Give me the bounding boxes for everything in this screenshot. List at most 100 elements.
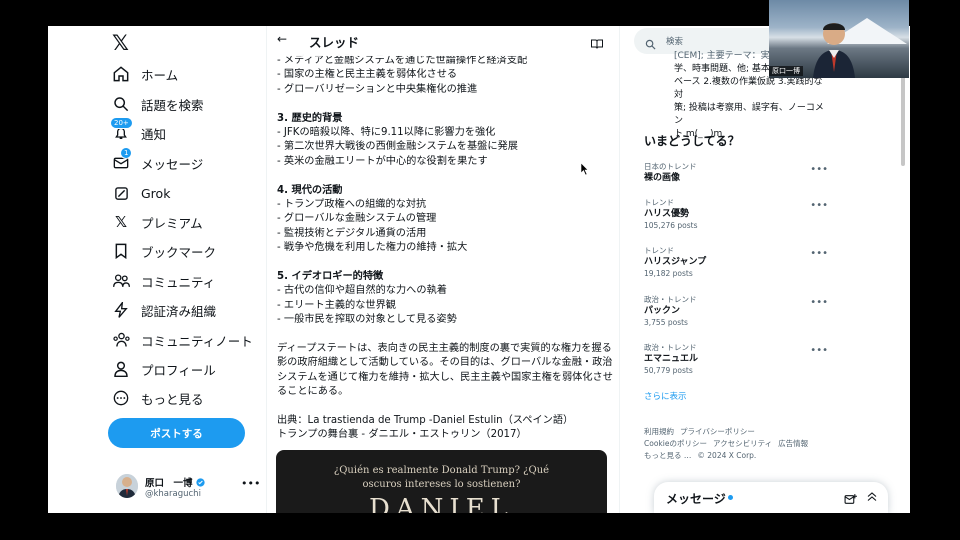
nav-profile[interactable]: プロフィール: [112, 357, 216, 381]
section-heading: 3. 歴史的背景: [277, 112, 343, 124]
trends-title: いまどうしてる？: [644, 134, 740, 148]
nav-community-notes[interactable]: コミュニティノート: [112, 328, 253, 352]
nav-label: もっと見る: [141, 391, 204, 407]
footer-link[interactable]: Cookieのポリシー: [644, 439, 707, 448]
profile-handle: @kharaguchi: [145, 489, 201, 499]
notes-icon: [112, 331, 130, 349]
post-line: - トランプ政権への組織的な対抗: [277, 199, 427, 211]
nav-label: ホーム: [141, 67, 179, 83]
summary-paragraph: ディープステートは、表向きの民主主義的制度の裏で実質的な権力を握る影の政府組織と…: [277, 343, 613, 398]
grok-icon: [112, 184, 130, 202]
footer-link[interactable]: もっと見る …: [644, 451, 691, 460]
announcement-line: ベース 2.複数の作業仮説 3.実践的な対: [674, 77, 823, 100]
footer-link[interactable]: アクセシビリティ: [713, 439, 772, 448]
mail-icon: 1: [112, 147, 133, 172]
messages-drawer[interactable]: メッセージ: [654, 482, 888, 513]
trend-category: 政治・トレンド: [644, 295, 697, 304]
more-dots-icon[interactable]: •••: [810, 164, 828, 175]
post-line: - エリート主義的な世界観: [277, 299, 396, 311]
new-message-icon[interactable]: [844, 491, 857, 510]
trend-item[interactable]: トレンド ハリス優勢 105,276 posts •••: [644, 198, 834, 232]
nav-notifications[interactable]: 20+ 通知: [110, 117, 166, 145]
post-line: - グローバリゼーションと中央集権化の推進: [277, 83, 478, 95]
bell-icon: 20+: [110, 117, 133, 142]
source-line: 出典：La trastienda de Trump -Daniel Estuli…: [277, 415, 574, 427]
webcam-label: 原口一博: [769, 66, 803, 76]
community-icon: [112, 272, 130, 290]
trend-name: ハリスジャンプ: [644, 257, 707, 267]
trends-panel: いまどうしてる？ 日本のトレンド 裸の画像 ••• トレンド ハリス優勢 105…: [634, 122, 838, 422]
reader-mode-icon[interactable]: [591, 34, 603, 49]
unread-dot: [728, 495, 733, 500]
nav-explore[interactable]: 話題を検索: [112, 92, 204, 116]
verified-badge-icon: [196, 478, 205, 487]
search-placeholder: 検索: [666, 37, 684, 47]
trend-category: トレンド: [644, 246, 674, 255]
more-dots-icon[interactable]: •••: [810, 297, 828, 308]
nav-communities[interactable]: コミュニティ: [112, 269, 215, 293]
image-title: DANIEL: [369, 494, 514, 513]
nav-label: メッセージ: [141, 156, 204, 172]
post-line: - メディアと金融システムを通じた世論操作と経済支配: [277, 55, 528, 66]
account-switcher[interactable]: 原口 一博 @kharaguchi •••: [116, 474, 260, 504]
mouse-cursor-icon: [581, 163, 589, 175]
trend-item[interactable]: 政治・トレンド エマニュエル 50,779 posts •••: [644, 343, 834, 377]
scrollbar[interactable]: [901, 76, 905, 166]
x-logo-icon[interactable]: 𝕏: [112, 32, 134, 54]
nav-grok[interactable]: Grok: [112, 181, 170, 205]
nav-bookmarks[interactable]: ブックマーク: [112, 239, 216, 263]
nav-label: プロフィール: [141, 362, 216, 378]
post-image[interactable]: ¿Quién es realmente Donald Trump? ¿Qué o…: [276, 450, 607, 513]
page-title: スレッド: [309, 35, 360, 50]
more-dots-icon[interactable]: •••: [810, 248, 828, 259]
nav-more[interactable]: もっと見る: [112, 386, 204, 410]
thread-column: - メディアと金融システムを通じた世論操作と経済支配 - 国家の主権と民主主義を…: [266, 26, 620, 513]
profile-name: 原口 一博: [145, 475, 205, 489]
more-dots-icon[interactable]: •••: [810, 200, 828, 211]
section-heading: 4. 現代の活動: [277, 184, 343, 196]
nav-label: ブックマーク: [141, 244, 217, 260]
trend-item[interactable]: トレンド ハリスジャンプ 19,182 posts •••: [644, 246, 834, 280]
post-line: - 一般市民を搾取の対象として見る姿勢: [277, 314, 457, 326]
trend-item[interactable]: 政治・トレンド パックン 3,755 posts •••: [644, 295, 834, 329]
nav-verified-orgs[interactable]: 認証済み組織: [112, 298, 216, 322]
person-icon: [112, 360, 130, 378]
trend-category: トレンド: [644, 198, 674, 207]
footer-links: 利用規約 プライバシーポリシー Cookieのポリシー アクセシビリティ 広告情報 も…: [644, 426, 834, 462]
trend-name: パックン: [644, 306, 681, 316]
post-line: - 英米の金融エリートが中心的な役割を果たす: [277, 155, 488, 167]
show-more-link[interactable]: さらに表示: [644, 390, 687, 402]
trend-count: 19,182 posts: [644, 269, 693, 278]
footer-link[interactable]: 利用規約: [644, 427, 674, 436]
footer-link[interactable]: プライバシーポリシー: [680, 427, 755, 436]
search-icon: [645, 35, 656, 54]
more-dots-icon[interactable]: •••: [241, 477, 260, 490]
back-arrow-icon[interactable]: ←: [277, 32, 287, 46]
nav-premium[interactable]: 𝕏 プレミアム: [112, 210, 203, 234]
trend-count: 105,276 posts: [644, 221, 698, 230]
post-line: - 監視技術とデジタル通貨の活用: [277, 227, 427, 239]
trend-count: 50,779 posts: [644, 366, 693, 375]
post-button[interactable]: ポストする: [108, 418, 245, 448]
trend-category: 政治・トレンド: [644, 343, 697, 352]
more-dots-icon[interactable]: •••: [810, 345, 828, 356]
nav-messages[interactable]: 1 メッセージ: [112, 147, 204, 175]
trend-category: 日本のトレンド: [644, 162, 697, 171]
nav-label: 話題を検索: [141, 97, 204, 113]
chevron-up-icon[interactable]: [866, 490, 878, 506]
nav-home[interactable]: ホーム: [112, 62, 178, 86]
nav-label: コミュニティ: [141, 274, 216, 290]
trend-count: 3,755 posts: [644, 318, 688, 327]
message-badge: 1: [120, 147, 133, 159]
trend-item[interactable]: 日本のトレンド 裸の画像 •••: [644, 162, 834, 184]
footer-link[interactable]: 広告情報: [778, 439, 808, 448]
more-circle-icon: [112, 389, 130, 407]
trend-name: エマニュエル: [644, 354, 699, 364]
section-heading: 5. イデオロギー的特徴: [277, 271, 384, 283]
post-line: - 国家の主権と民主主義を弱体化させる: [277, 69, 458, 81]
home-icon: [112, 65, 130, 83]
x-icon: 𝕏: [114, 213, 128, 231]
thread-header: ← スレッド: [267, 26, 619, 56]
post-line: - グローバルな金融システムの管理: [277, 213, 437, 225]
bookmark-icon: [112, 242, 130, 260]
